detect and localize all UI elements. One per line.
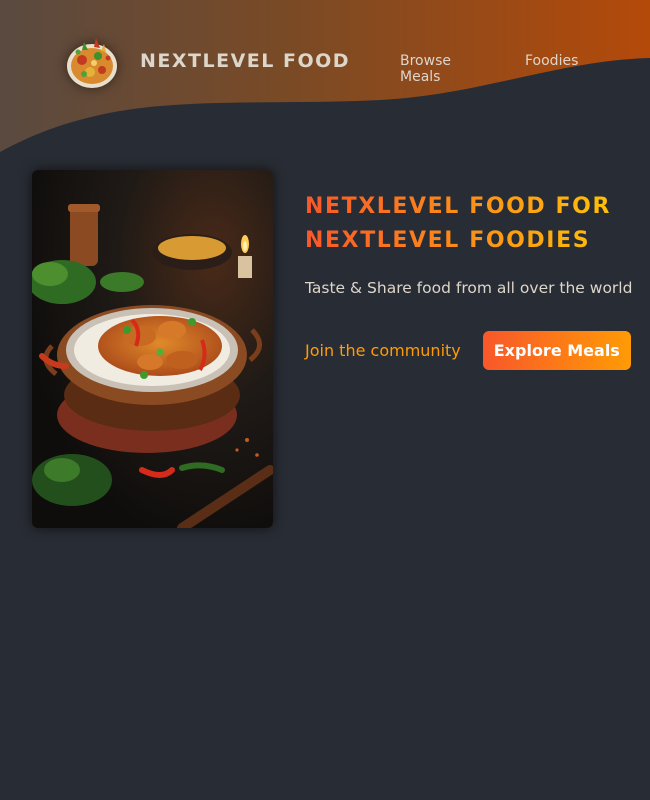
join-community-link[interactable]: Join the community bbox=[305, 341, 461, 360]
nav-foodies[interactable]: Foodies bbox=[525, 53, 585, 69]
hero-title-line-2: NEXTLEVEL FOODIES bbox=[305, 228, 591, 253]
food-plate-logo-icon bbox=[67, 38, 117, 88]
logo-text: NEXTLEVEL FOOD bbox=[140, 50, 351, 72]
main-header: NEXTLEVEL FOOD Browse Meals Foodies bbox=[0, 0, 650, 125]
hero-subtitle: Taste & Share food from all over the wor… bbox=[305, 279, 633, 297]
hero-cta-group: Join the community Explore Meals bbox=[305, 331, 635, 370]
logo-link[interactable]: NEXTLEVEL FOOD bbox=[64, 30, 350, 92]
nav-browse-meals[interactable]: Browse Meals bbox=[400, 53, 495, 85]
explore-meals-button[interactable]: Explore Meals bbox=[482, 331, 631, 370]
hero-text-block: NETXLEVEL FOOD FOR NEXTLEVEL FOODIES Tas… bbox=[305, 190, 635, 370]
hero-image-slideshow bbox=[32, 170, 273, 528]
hero-title: NETXLEVEL FOOD FOR NEXTLEVEL FOODIES bbox=[305, 190, 635, 258]
hero-title-line-1: NETXLEVEL FOOD FOR bbox=[305, 194, 612, 219]
curry-bowl-photo bbox=[32, 170, 273, 528]
